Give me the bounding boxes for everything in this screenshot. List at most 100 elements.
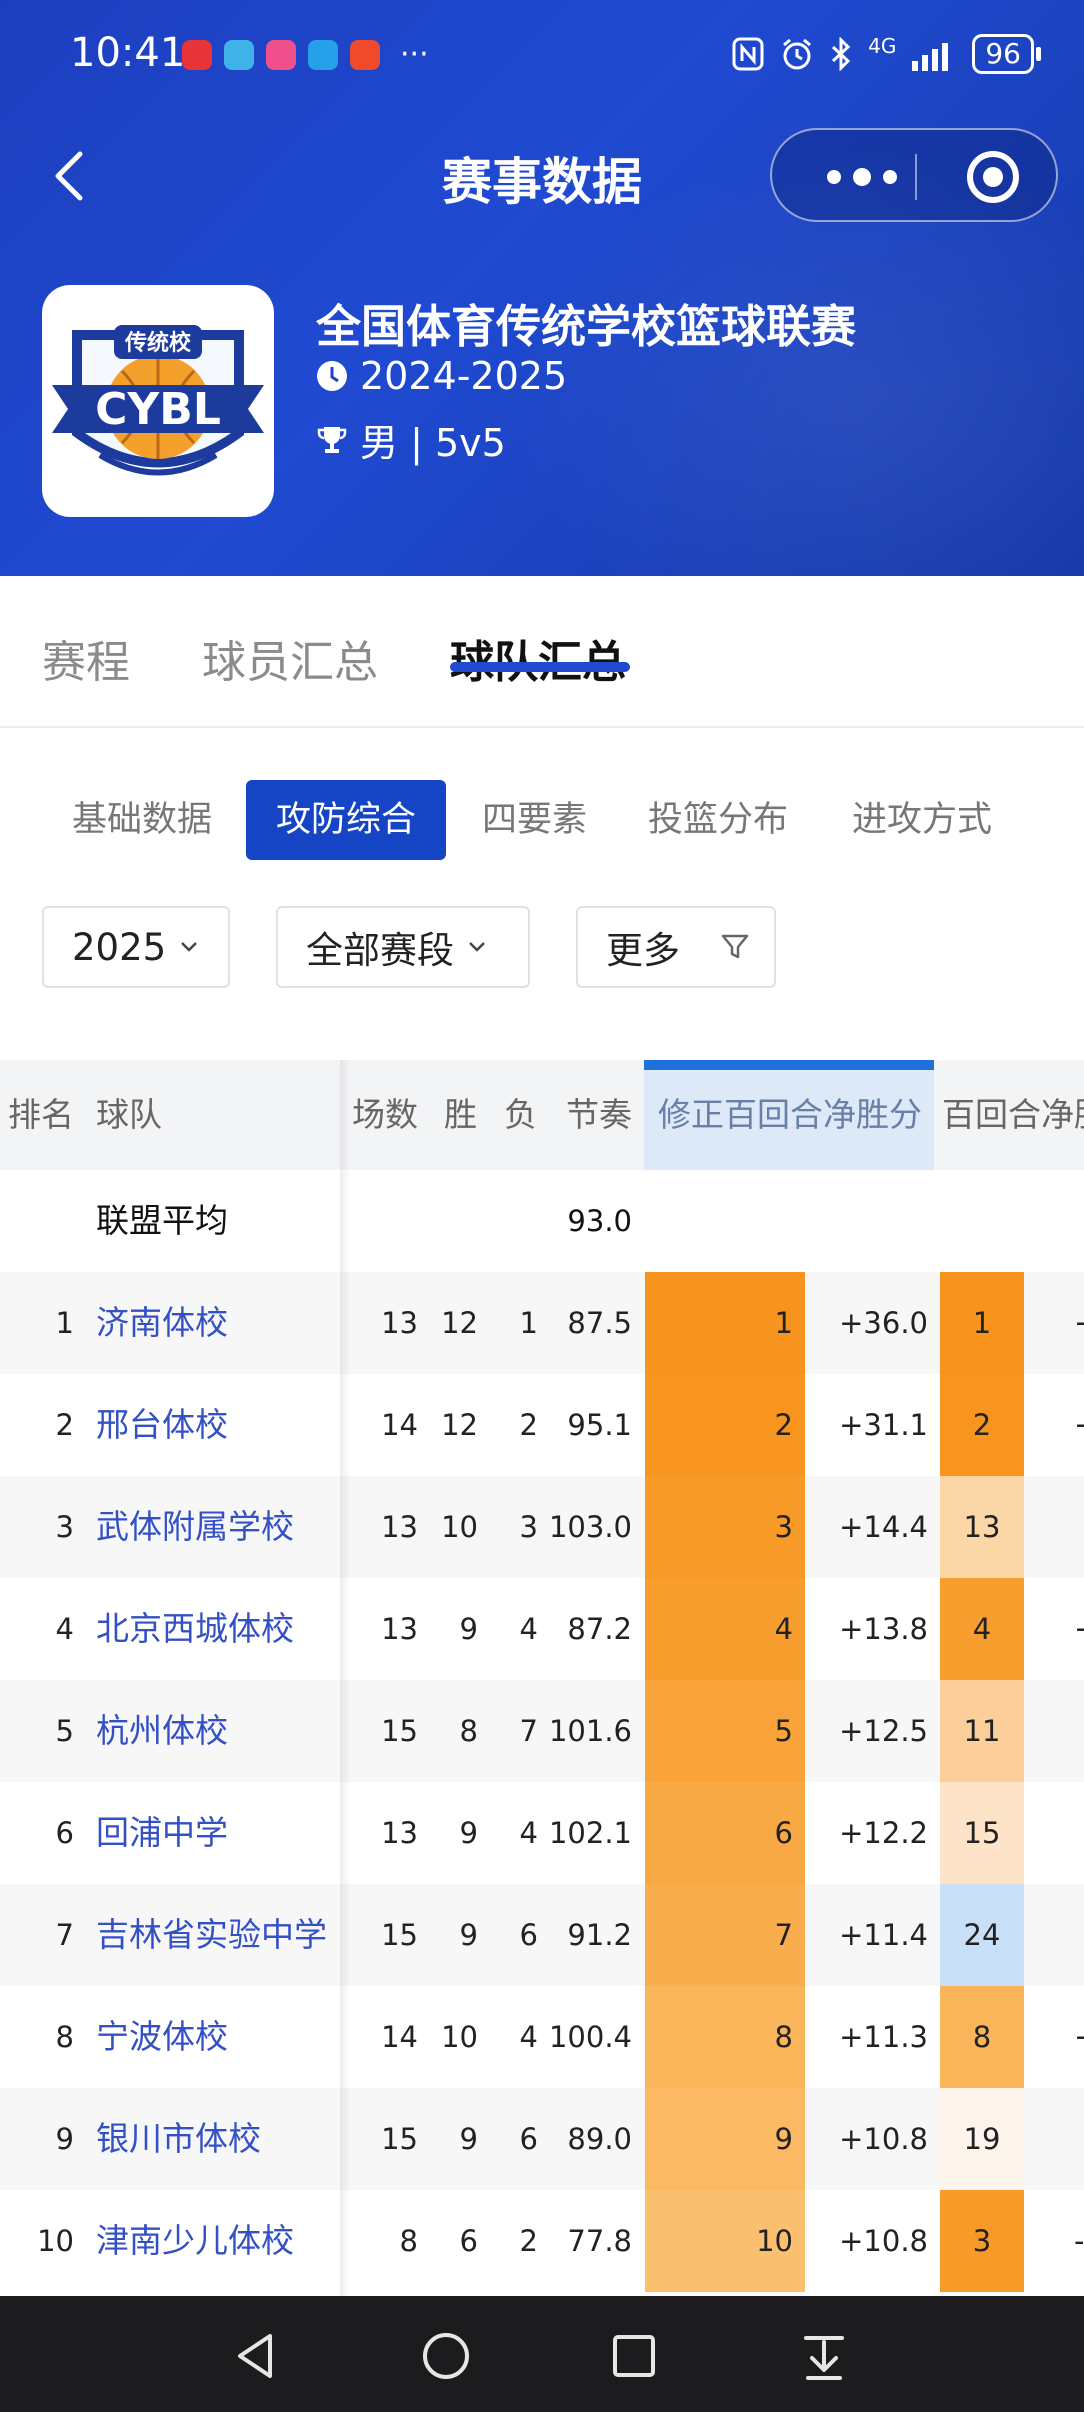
trophy-icon xyxy=(317,426,347,453)
net-rank-cell: 11 xyxy=(963,1714,1001,1748)
close-miniprogram-icon[interactable] xyxy=(966,150,1020,204)
more-options-icon[interactable] xyxy=(812,160,912,194)
chevron-down-icon xyxy=(181,942,198,952)
losses-cell: 4 xyxy=(519,1816,538,1850)
notification-app-icon xyxy=(350,40,380,70)
rank-cell: 9 xyxy=(55,2122,74,2156)
subtab-shot-distribution[interactable]: 投篮分布 xyxy=(648,780,788,860)
header-pace[interactable]: 节奏 xyxy=(566,1060,632,1170)
pace-cell: 101.6 xyxy=(548,1714,632,1748)
table-row[interactable]: 5 杭州体校 15 8 7 101.6 5 +12.5 11 xyxy=(0,1680,1084,1782)
cybl-logo-icon: 传统校 CYBL xyxy=(52,325,264,476)
header-games[interactable]: 场数 xyxy=(352,1060,418,1170)
games-cell: 15 xyxy=(381,1714,418,1748)
net-rating-partial-cell xyxy=(1074,1884,1084,1986)
pace-cell: 102.1 xyxy=(548,1816,632,1850)
net-rank-cell: 24 xyxy=(963,1918,1001,1952)
filter-funnel-icon xyxy=(721,934,749,959)
team-name-link[interactable]: 回浦中学 xyxy=(96,1782,336,1884)
tab-team-summary[interactable]: 球队汇总 xyxy=(450,626,626,690)
adjusted-net-rating-cell: +12.2 xyxy=(839,1816,928,1850)
team-name-link[interactable]: 宁波体校 xyxy=(96,1986,336,2088)
frozen-column-shadow xyxy=(340,1060,350,2296)
nav-recents-icon[interactable] xyxy=(604,2326,664,2386)
header-net-rating[interactable]: 百回合净胜 xyxy=(942,1060,1084,1170)
team-name-link[interactable]: 邢台体校 xyxy=(96,1374,336,1476)
rank-cell: 8 xyxy=(55,2020,74,2054)
table-row[interactable]: 2 邢台体校 14 12 2 95.1 2 +31.1 2 + xyxy=(0,1374,1084,1476)
chevron-down-icon xyxy=(469,942,485,952)
team-name-link[interactable]: 银川市体校 xyxy=(96,2088,336,2190)
table-row[interactable]: 9 银川市体校 15 9 6 89.0 9 +10.8 19 xyxy=(0,2088,1084,2190)
tab-player-summary[interactable]: 球员汇总 xyxy=(202,626,378,690)
net-rank-cell: 1 xyxy=(972,1306,992,1340)
team-name-link[interactable]: 津南少儿体校 xyxy=(96,2190,336,2292)
league-average-pace: 93.0 xyxy=(567,1204,632,1238)
subtab-four-factors[interactable]: 四要素 xyxy=(482,780,587,860)
alarm-icon xyxy=(783,38,812,70)
net-rating-partial-cell xyxy=(1074,1680,1084,1782)
team-name-link[interactable]: 武体附属学校 xyxy=(96,1476,336,1578)
table-row[interactable]: 8 宁波体校 14 10 4 100.4 8 +11.3 8 + xyxy=(0,1986,1084,2088)
header-rank[interactable]: 排名 xyxy=(8,1060,74,1170)
table-row[interactable]: 7 吉林省实验中学 15 9 6 91.2 7 +11.4 24 xyxy=(0,1884,1084,1986)
wins-cell: 12 xyxy=(441,1306,478,1340)
league-average-row: 联盟平均 93.0 xyxy=(0,1170,1084,1272)
network-type-label: 4G xyxy=(868,34,897,58)
net-rank-cell: 8 xyxy=(972,2020,992,2054)
more-filter-button[interactable]: 更多 xyxy=(576,906,776,988)
season-row: 2024-2025 xyxy=(316,354,567,398)
rank-cell: 2 xyxy=(55,1408,74,1442)
nav-back-icon[interactable] xyxy=(226,2326,286,2386)
games-cell: 8 xyxy=(399,2224,418,2258)
table-row[interactable]: 1 济南体校 13 12 1 87.5 1 +36.0 1 + xyxy=(0,1272,1084,1374)
adjusted-net-rating-cell: +13.8 xyxy=(839,1612,928,1646)
team-name-link[interactable]: 吉林省实验中学 xyxy=(96,1884,336,1986)
stage-select[interactable]: 全部赛段 xyxy=(276,906,530,988)
team-name-link[interactable]: 济南体校 xyxy=(96,1272,336,1374)
table-row[interactable]: 3 武体附属学校 13 10 3 103.0 3 +14.4 13 xyxy=(0,1476,1084,1578)
header-team[interactable]: 球队 xyxy=(96,1060,162,1170)
table-row[interactable]: 10 津南少儿体校 8 6 2 77.8 10 +10.8 3 - xyxy=(0,2190,1084,2292)
losses-cell: 2 xyxy=(519,1408,538,1442)
games-cell: 13 xyxy=(381,1510,418,1544)
table-row[interactable]: 6 回浦中学 13 9 4 102.1 6 +12.2 15 xyxy=(0,1782,1084,1884)
net-rating-partial-cell: + xyxy=(1074,1374,1084,1476)
more-notifications-icon: ··· xyxy=(400,37,429,72)
net-rank-cell: 13 xyxy=(963,1510,1001,1544)
games-cell: 14 xyxy=(381,1408,418,1442)
games-cell: 13 xyxy=(381,1816,418,1850)
notification-app-icon xyxy=(308,40,338,70)
year-select[interactable]: 2025 xyxy=(42,906,230,988)
rank-cell: 1 xyxy=(55,1306,74,1340)
stage-select-value: 全部赛段 xyxy=(306,929,454,972)
nav-dropdown-icon[interactable] xyxy=(794,2326,854,2386)
subtab-offense-type[interactable]: 进攻方式 xyxy=(852,780,992,860)
header-losses[interactable]: 负 xyxy=(504,1060,537,1170)
adjusted-net-rating-cell: +10.8 xyxy=(839,2122,928,2156)
signal-icon xyxy=(912,43,949,71)
net-rank-cell: 15 xyxy=(963,1816,1001,1850)
table-row[interactable]: 4 北京西城体校 13 9 4 87.2 4 +13.8 4 + xyxy=(0,1578,1084,1680)
year-select-value: 2025 xyxy=(72,925,167,969)
net-rating-partial-cell: + xyxy=(1074,1986,1084,2088)
header-wins[interactable]: 胜 xyxy=(444,1060,477,1170)
notification-app-icon xyxy=(266,40,296,70)
net-rating-partial-cell xyxy=(1074,2088,1084,2190)
losses-cell: 7 xyxy=(519,1714,538,1748)
net-rank-cell: 3 xyxy=(972,2224,992,2258)
subtab-basic-stats[interactable]: 基础数据 xyxy=(72,780,212,860)
team-name-link[interactable]: 杭州体校 xyxy=(96,1680,336,1782)
header-banner: 10:41 ··· 4G 96 赛事数据 传统校 CYBL 全国体育传统学校篮球… xyxy=(0,0,1084,576)
subtab-offense-defense[interactable]: 攻防综合 xyxy=(246,780,447,860)
category-text: 男 | 5v5 xyxy=(360,421,506,465)
adjusted-net-rating-cell: +11.4 xyxy=(839,1918,928,1952)
league-name: 全国体育传统学校篮球联赛 xyxy=(316,300,857,353)
header-adjusted-net-rating[interactable]: 修正百回合净胜分 xyxy=(658,1060,922,1170)
adjusted-rank-cell: 6 xyxy=(774,1816,793,1850)
nav-home-icon[interactable] xyxy=(416,2326,476,2386)
rank-cell: 3 xyxy=(55,1510,74,1544)
tab-schedule[interactable]: 赛程 xyxy=(42,626,130,690)
adjusted-rank-cell: 10 xyxy=(756,2224,793,2258)
team-name-link[interactable]: 北京西城体校 xyxy=(96,1578,336,1680)
